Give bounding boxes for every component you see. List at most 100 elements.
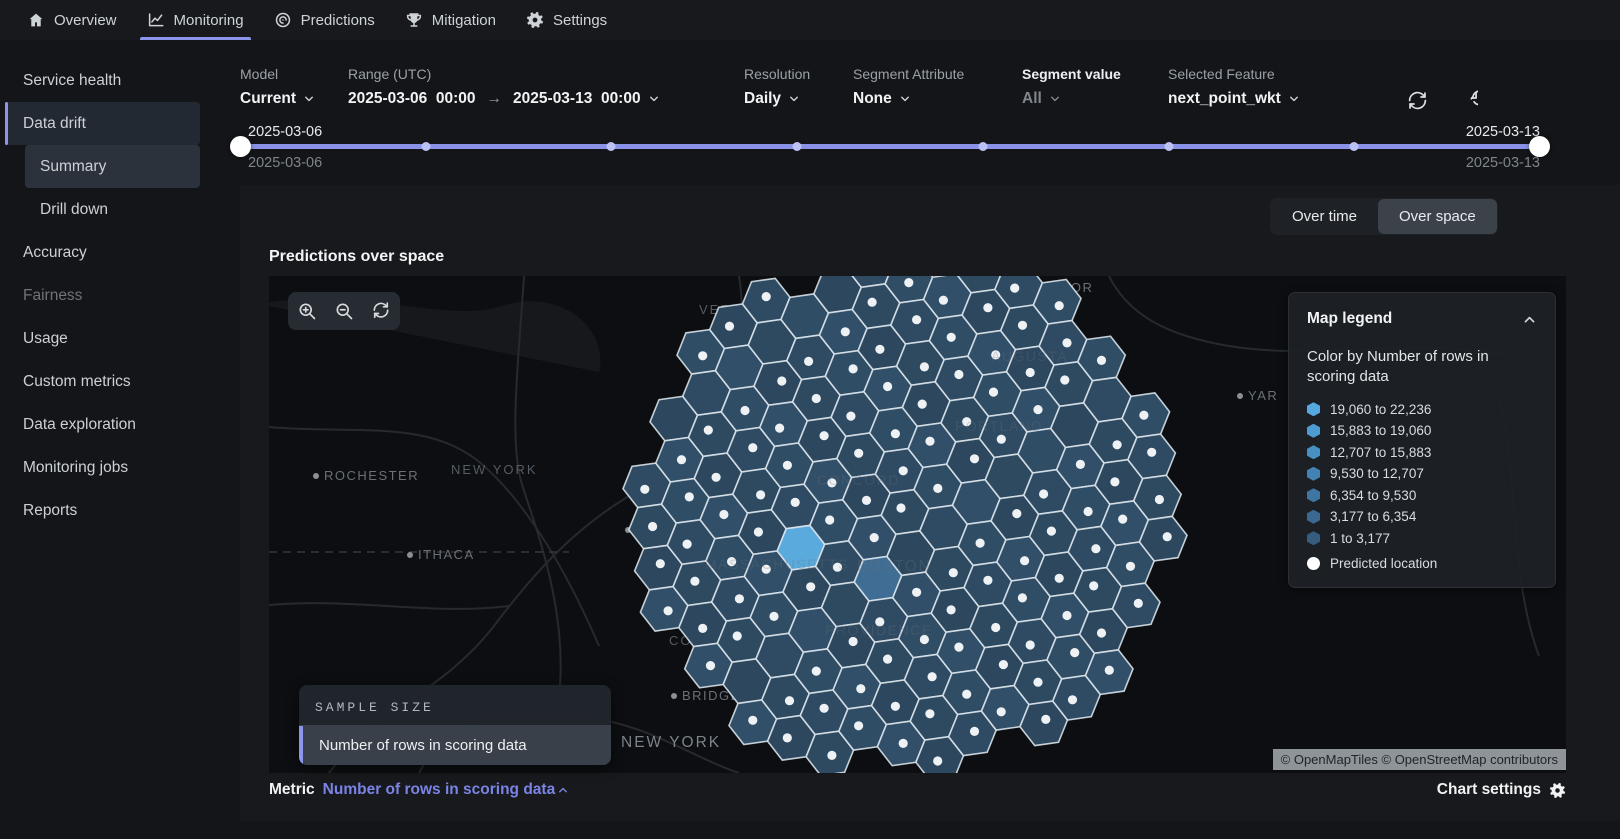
slider-tick xyxy=(978,142,987,151)
chart-settings-button[interactable]: Chart settings xyxy=(1437,781,1566,799)
predicted-location-dot xyxy=(1105,666,1114,675)
slider-handle-start[interactable] xyxy=(230,136,251,157)
page-title: Predictions over space xyxy=(269,248,444,266)
predicted-location-dot xyxy=(754,527,763,536)
sidebar-item-reports[interactable]: Reports xyxy=(5,489,200,532)
predicted-location-dot xyxy=(870,533,879,542)
segment-value-dropdown[interactable]: All xyxy=(1022,90,1121,108)
chart-settings-label: Chart settings xyxy=(1437,781,1541,799)
sidebar-item-service-health[interactable]: Service health xyxy=(5,59,200,102)
range-dropdown[interactable]: 2025-03-06 00:00 → 2025-03-13 00:00 xyxy=(348,90,660,108)
slider-handle-end[interactable] xyxy=(1529,136,1550,157)
trophy-icon xyxy=(405,11,423,29)
predicted-location-dot xyxy=(1055,301,1064,310)
slider-tick xyxy=(1350,142,1359,151)
predicted-location-dot xyxy=(1097,356,1106,365)
zoom-out-icon[interactable] xyxy=(334,301,354,321)
predicted-location-dot xyxy=(1126,562,1135,571)
sample-size-option-selected[interactable]: Number of rows in scoring data xyxy=(299,726,611,765)
sidebar-item-usage[interactable]: Usage xyxy=(5,317,200,360)
nav-item-overview[interactable]: Overview xyxy=(12,0,132,40)
predicted-location-dot xyxy=(970,727,979,736)
metric-value: Number of rows in scoring data xyxy=(323,781,556,799)
slider-tick xyxy=(421,142,430,151)
chevron-down-icon xyxy=(648,93,660,105)
sidebar-item-monitoring-jobs[interactable]: Monitoring jobs xyxy=(5,446,200,489)
predicted-location-dot xyxy=(841,327,850,336)
slider-tick xyxy=(1164,142,1173,151)
range-filter: Range (UTC) 2025-03-06 00:00 → 2025-03-1… xyxy=(348,66,660,108)
predicted-location-dot xyxy=(756,490,765,499)
nav-item-label: Monitoring xyxy=(174,12,244,29)
predicted-location-dot xyxy=(1062,338,1071,347)
predicted-location-dot xyxy=(1026,640,1035,649)
predicted-location-dot xyxy=(1089,581,1098,590)
chevron-up-icon[interactable] xyxy=(1522,312,1537,327)
slider-track[interactable] xyxy=(240,144,1540,149)
resolution-value: Daily xyxy=(744,90,781,108)
sidebar-item-fairness[interactable]: Fairness xyxy=(5,274,200,317)
predicted-location-dot xyxy=(804,357,813,366)
nav-item-mitigation[interactable]: Mitigation xyxy=(390,0,511,40)
legend-bin-row: 12,707 to 15,883 xyxy=(1307,442,1537,464)
predicted-location-dot xyxy=(891,702,900,711)
hexagon-swatch xyxy=(1307,467,1320,481)
slider-tick xyxy=(607,142,616,151)
map-label-massachusetts: MASSACHUSETTS xyxy=(705,556,849,572)
chart-footer: Metric Number of rows in scoring data Ch… xyxy=(269,781,1566,799)
nav-item-monitoring[interactable]: Monitoring xyxy=(132,0,259,40)
predicted-location-dot xyxy=(1139,411,1148,420)
zoom-reset-icon[interactable] xyxy=(371,301,391,321)
predicted-location-dot xyxy=(791,498,800,507)
predicted-location-dot xyxy=(899,739,908,748)
predicted-location-dot xyxy=(983,303,992,312)
selected-feature-dropdown[interactable]: next_point_wkt xyxy=(1168,90,1300,108)
legend-bin-row: 15,883 to 19,060 xyxy=(1307,420,1537,442)
sample-size-panel: SAMPLE SIZE Number of rows in scoring da… xyxy=(299,685,611,765)
legend-bin-label: 9,530 to 12,707 xyxy=(1330,466,1424,481)
nav-item-predictions[interactable]: Predictions xyxy=(259,0,390,40)
sidebar-item-data-drift[interactable]: Data drift xyxy=(5,102,200,145)
sidebar-item-summary[interactable]: Summary xyxy=(25,145,200,188)
predicted-location-dot xyxy=(997,707,1006,716)
predicted-location-dot xyxy=(891,429,900,438)
predicted-location-dot xyxy=(777,376,786,385)
map-legend: Map legend Color by Number of rows in sc… xyxy=(1288,292,1556,588)
selected-feature-label: Selected Feature xyxy=(1168,66,1300,82)
predicted-location-dot xyxy=(827,751,836,760)
predicted-location-dot xyxy=(933,756,942,765)
segment-attribute-dropdown[interactable]: None xyxy=(853,90,964,108)
resolution-dropdown[interactable]: Daily xyxy=(744,90,810,108)
hexagon-swatch xyxy=(1307,531,1320,545)
timeline-end-label: 2025-03-13 xyxy=(1466,124,1540,140)
metric-selector[interactable]: Number of rows in scoring data xyxy=(323,781,570,799)
predicted-location-dot xyxy=(1033,678,1042,687)
legend-bin-label: 3,177 to 6,354 xyxy=(1330,509,1416,524)
sidebar-item-drill-down[interactable]: Drill down xyxy=(25,188,200,231)
predicted-location-dot xyxy=(733,631,742,640)
sample-size-title: SAMPLE SIZE xyxy=(299,685,611,725)
map-zoom-controls xyxy=(288,292,400,330)
tab-over-time[interactable]: Over time xyxy=(1271,199,1378,234)
chart-icon xyxy=(147,11,165,29)
sidebar-item-accuracy[interactable]: Accuracy xyxy=(5,231,200,274)
tab-over-space[interactable]: Over space xyxy=(1378,199,1497,234)
predicted-location-dot xyxy=(1012,509,1021,518)
model-dropdown[interactable]: Current xyxy=(240,90,315,108)
legend-bin-label: 19,060 to 22,236 xyxy=(1330,402,1431,417)
predicted-location-dot xyxy=(664,606,673,615)
nav-item-label: Predictions xyxy=(301,12,375,29)
nav-item-settings[interactable]: Settings xyxy=(511,0,622,40)
predicted-location-dot xyxy=(1039,489,1048,498)
zoom-in-icon[interactable] xyxy=(297,301,317,321)
undo-button[interactable] xyxy=(1457,90,1481,114)
predicted-location-dot xyxy=(875,345,884,354)
map-container: VERMONTBANGORYARROCHESTERNEW YORKITHACAA… xyxy=(269,276,1566,773)
sample-size-option-label: Number of rows in scoring data xyxy=(319,737,527,754)
selected-feature-filter: Selected Feature next_point_wkt xyxy=(1168,66,1300,108)
predicted-location-dot xyxy=(883,655,892,664)
predicted-location-dot xyxy=(812,394,821,403)
refresh-button[interactable] xyxy=(1407,90,1431,114)
sidebar-item-custom-metrics[interactable]: Custom metrics xyxy=(5,360,200,403)
sidebar-item-data-exploration[interactable]: Data exploration xyxy=(5,403,200,446)
